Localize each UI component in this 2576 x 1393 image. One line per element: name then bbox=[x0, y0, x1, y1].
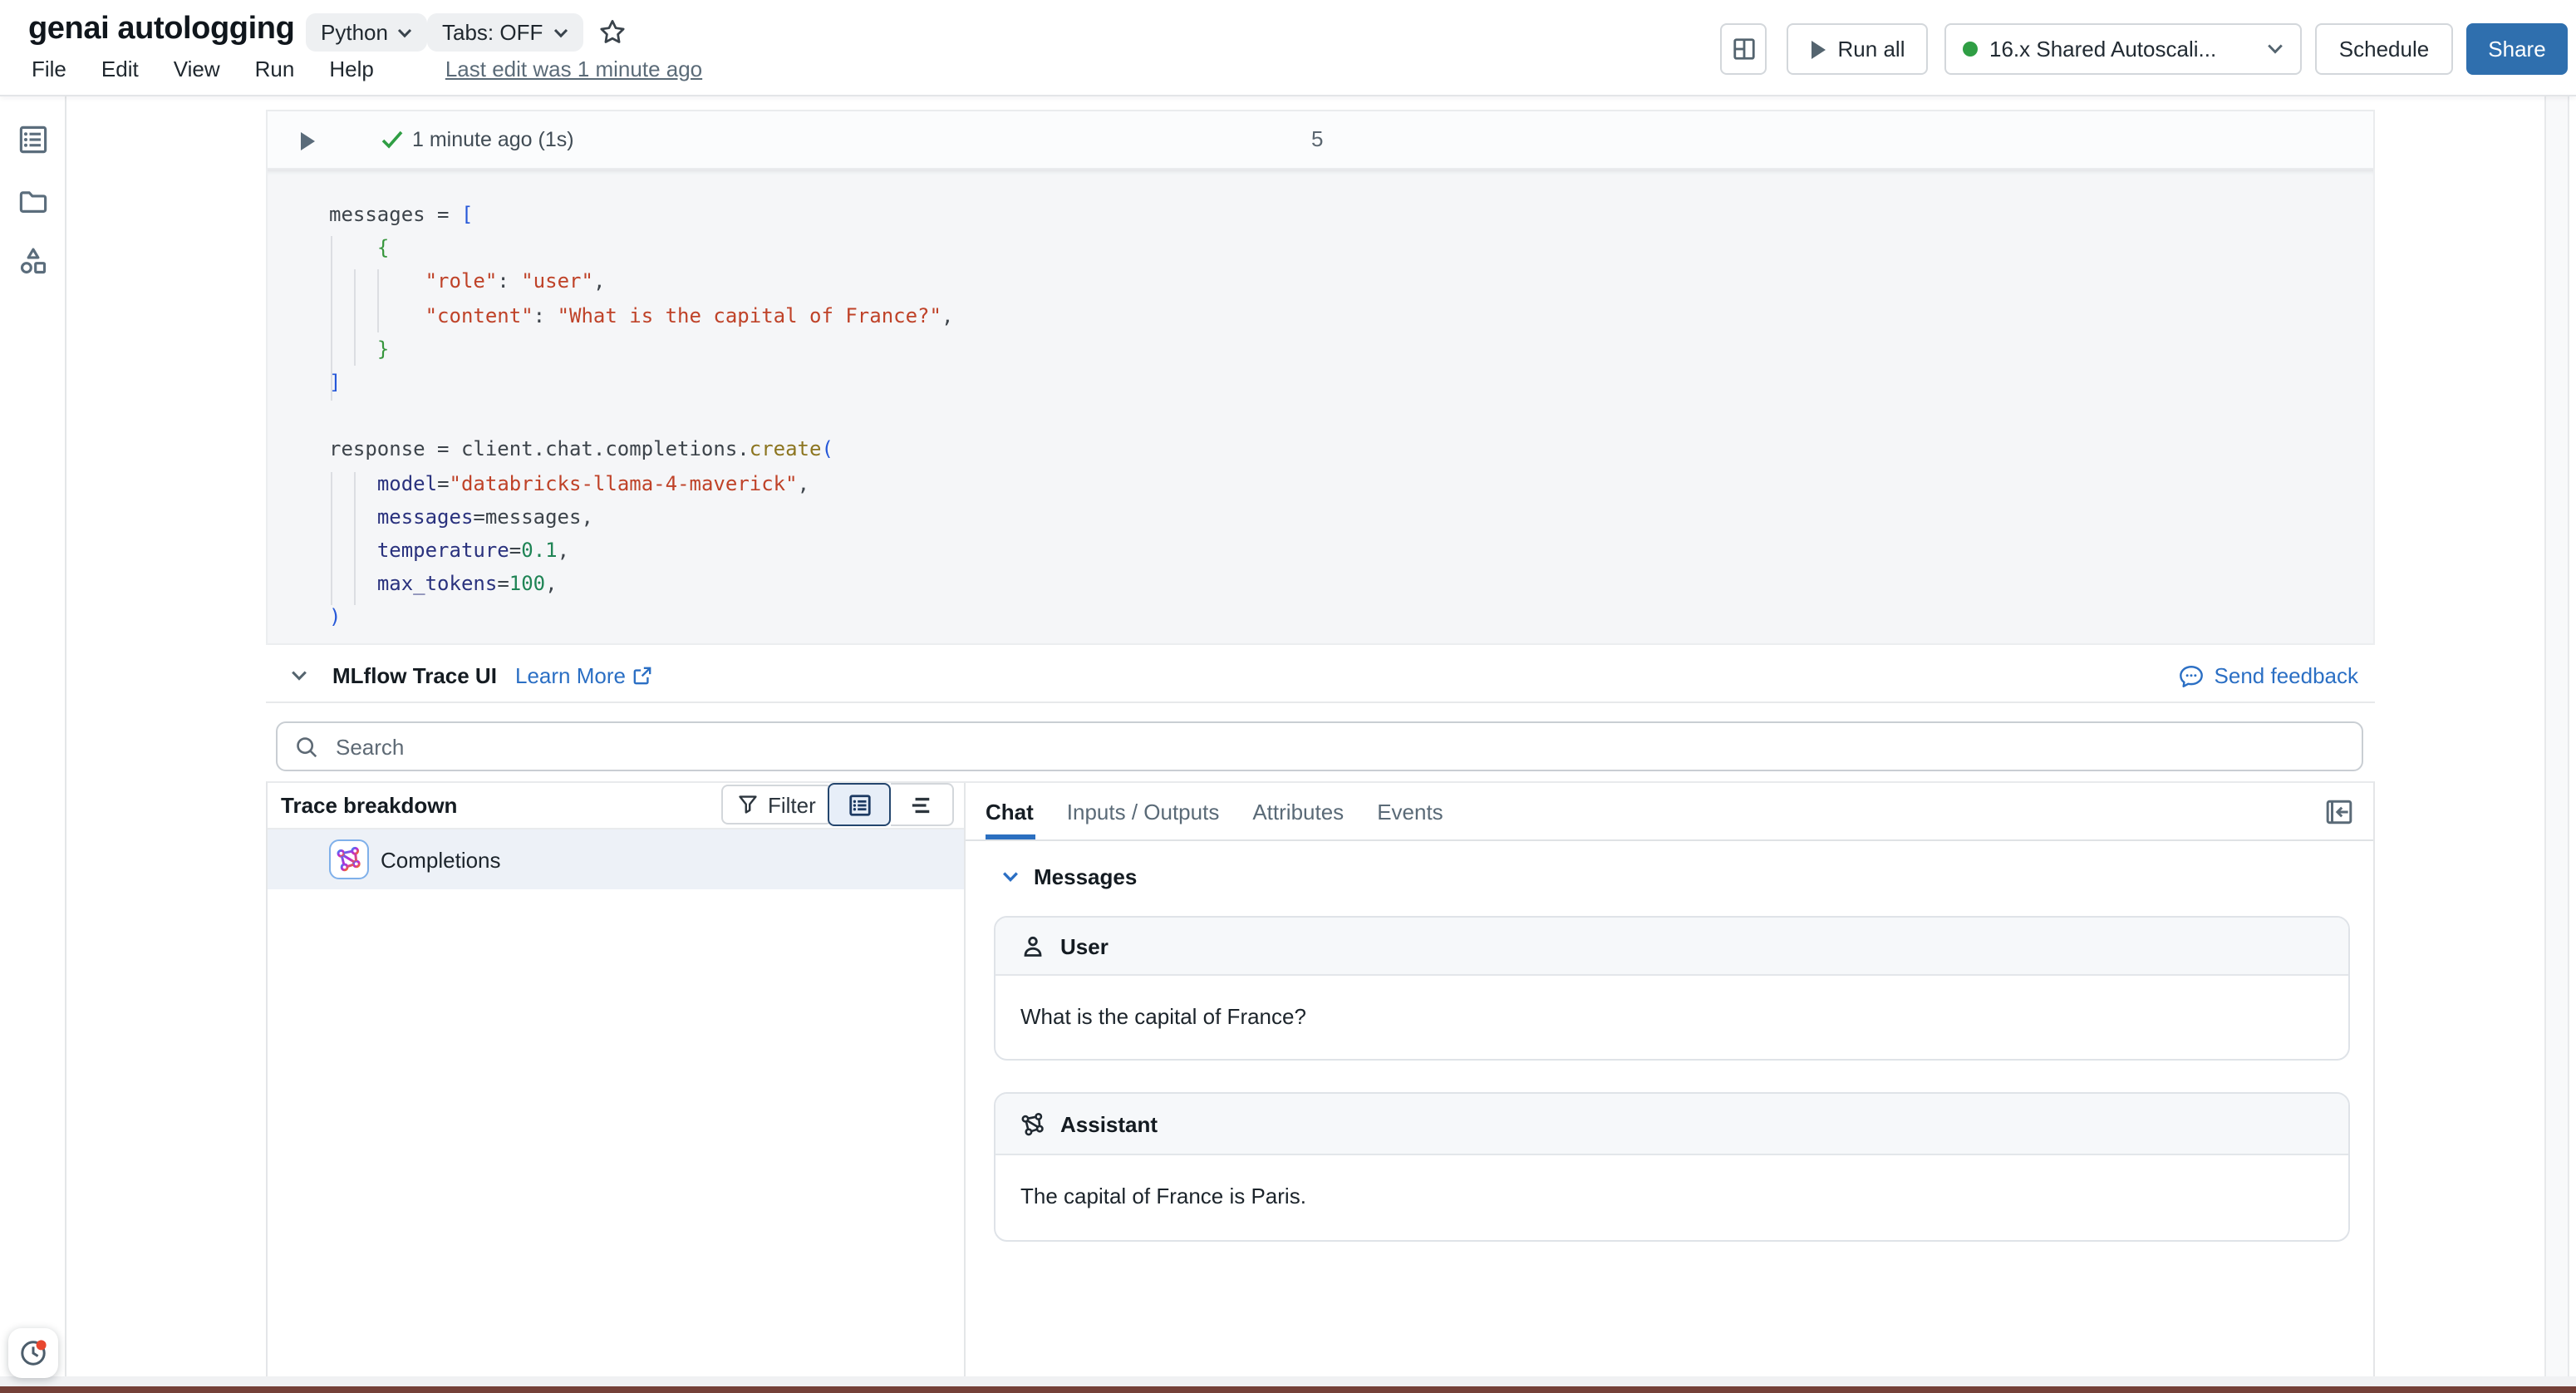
chevron-down-icon bbox=[1002, 871, 1019, 883]
schedule-button[interactable]: Schedule bbox=[2315, 23, 2453, 75]
message-role: Assistant bbox=[1060, 1111, 1158, 1136]
filter-label: Filter bbox=[768, 792, 816, 817]
language-selector[interactable]: Python bbox=[306, 13, 428, 52]
tab-events[interactable]: Events bbox=[1377, 783, 1443, 839]
menu-file[interactable]: File bbox=[28, 55, 70, 83]
clock-icon bbox=[18, 1338, 48, 1368]
trace-breakdown-title: Trace breakdown bbox=[281, 793, 457, 818]
success-check-icon bbox=[381, 130, 404, 150]
share-label: Share bbox=[2488, 37, 2545, 62]
layout-view-button[interactable] bbox=[1720, 23, 1767, 75]
menu-help[interactable]: Help bbox=[326, 55, 377, 83]
completions-span-label: Completions bbox=[381, 847, 501, 872]
search-icon bbox=[294, 734, 319, 759]
span-detail-panel: Chat Inputs / Outputs Attributes Events … bbox=[966, 783, 2373, 1376]
left-sidebar bbox=[0, 96, 66, 1376]
chevron-down-icon bbox=[553, 27, 568, 37]
completions-span-icon bbox=[329, 839, 369, 879]
message-content: What is the capital of France? bbox=[995, 976, 2348, 1057]
notebook-cell: 1 minute ago (1s) 5 messages = [ { "role… bbox=[266, 110, 2375, 645]
funnel-icon bbox=[738, 795, 758, 815]
menu-edit[interactable]: Edit bbox=[98, 55, 142, 83]
assets-shapes-icon[interactable] bbox=[18, 246, 48, 276]
message-card-assistant: Assistant The capital of France is Paris… bbox=[994, 1092, 2350, 1242]
last-edit-link[interactable]: Last edit was 1 minute ago bbox=[445, 57, 702, 81]
share-button[interactable]: Share bbox=[2466, 23, 2568, 75]
execution-count: 5 bbox=[1311, 126, 1323, 151]
send-feedback-link[interactable]: Send feedback bbox=[2180, 663, 2358, 688]
collapse-chevron-icon[interactable] bbox=[291, 670, 307, 682]
cell-run-status: 1 minute ago (1s) bbox=[412, 128, 574, 151]
active-tab-indicator bbox=[986, 834, 1035, 839]
favorite-star-icon[interactable] bbox=[593, 13, 630, 50]
desktop-edge-bar bbox=[0, 1386, 2576, 1393]
gantt-bars-icon bbox=[909, 794, 934, 815]
tab-attributes[interactable]: Attributes bbox=[1252, 783, 1344, 839]
detail-list-view-button[interactable] bbox=[828, 783, 891, 826]
notebook-title: genai autologging bbox=[28, 12, 294, 48]
databricks-notebook-app: genai autologging Python Tabs: OFF File … bbox=[0, 0, 2576, 1393]
external-link-icon bbox=[634, 667, 652, 685]
vertical-scrollbar[interactable] bbox=[2544, 96, 2569, 1376]
message-card-user: User What is the capital of France? bbox=[994, 916, 2350, 1061]
filter-button[interactable]: Filter bbox=[721, 785, 833, 824]
tab-inputs-outputs[interactable]: Inputs / Outputs bbox=[1067, 783, 1220, 839]
trace-search bbox=[276, 721, 2363, 771]
language-label: Python bbox=[321, 20, 388, 45]
cell-header: 1 minute ago (1s) 5 bbox=[266, 110, 2375, 170]
cluster-status-dot bbox=[1963, 42, 1978, 57]
timeline-view-button[interactable] bbox=[891, 783, 954, 826]
cluster-selector[interactable]: 16.x Shared Autoscali... bbox=[1944, 23, 2302, 75]
user-icon bbox=[1020, 933, 1045, 958]
trace-viewer: Trace breakdown Filter bbox=[266, 781, 2375, 1376]
run-all-button[interactable]: Run all bbox=[1787, 23, 1928, 75]
code-editor[interactable]: messages = [ { "role": "user", "content"… bbox=[266, 170, 2375, 645]
menu-view[interactable]: View bbox=[170, 55, 224, 83]
messages-title: Messages bbox=[1034, 864, 1137, 889]
collapse-panel-icon[interactable] bbox=[2325, 798, 2353, 826]
chevron-down-icon bbox=[398, 27, 413, 37]
detail-tabs: Chat Inputs / Outputs Attributes Events bbox=[966, 783, 2373, 841]
cluster-label: 16.x Shared Autoscali... bbox=[1989, 37, 2216, 62]
menu-run[interactable]: Run bbox=[252, 55, 298, 83]
view-mode-toggle bbox=[828, 783, 954, 826]
mlflow-section-title: MLflow Trace UI bbox=[332, 663, 497, 688]
notification-dot bbox=[37, 1340, 47, 1350]
message-role: User bbox=[1060, 933, 1109, 958]
mlflow-trace-section-header: MLflow Trace UI Learn More Send feedback bbox=[266, 653, 2375, 703]
code-block: messages = [ { "role": "user", "content"… bbox=[329, 198, 953, 634]
list-detail-icon bbox=[847, 792, 872, 817]
feedback-bubble-icon bbox=[2180, 664, 2205, 687]
folder-icon[interactable] bbox=[18, 186, 48, 216]
menu-bar: File Edit View Run Help Last edit was 1 … bbox=[28, 55, 702, 83]
trace-breakdown-panel: Trace breakdown Filter bbox=[268, 783, 966, 1376]
version-history-button[interactable] bbox=[8, 1328, 58, 1378]
message-content: The capital of France is Paris. bbox=[995, 1155, 2348, 1237]
layout-grid-icon bbox=[1731, 37, 1756, 62]
tabs-toggle-label: Tabs: OFF bbox=[442, 20, 543, 45]
message-card-header: User bbox=[995, 918, 2348, 976]
play-icon bbox=[1810, 39, 1826, 59]
learn-more-label: Learn More bbox=[515, 663, 626, 688]
send-feedback-label: Send feedback bbox=[2215, 663, 2358, 688]
schedule-label: Schedule bbox=[2339, 37, 2429, 62]
assistant-network-icon bbox=[1020, 1111, 1045, 1136]
tabs-toggle[interactable]: Tabs: OFF bbox=[427, 13, 583, 52]
trace-span-completions[interactable]: Completions bbox=[268, 829, 964, 889]
notebook-header: genai autologging Python Tabs: OFF File … bbox=[0, 0, 2576, 96]
chevron-down-icon bbox=[2267, 43, 2283, 55]
learn-more-link[interactable]: Learn More bbox=[515, 663, 652, 688]
window-bottom-strip bbox=[0, 1376, 2576, 1386]
trace-breakdown-header: Trace breakdown Filter bbox=[268, 783, 964, 829]
table-of-contents-icon[interactable] bbox=[18, 125, 48, 155]
run-all-label: Run all bbox=[1838, 37, 1905, 62]
tab-chat[interactable]: Chat bbox=[986, 783, 1034, 839]
run-cell-icon[interactable] bbox=[299, 131, 316, 151]
message-card-header: Assistant bbox=[995, 1094, 2348, 1155]
search-input[interactable] bbox=[332, 732, 2345, 760]
messages-section-header[interactable]: Messages bbox=[966, 864, 1137, 889]
